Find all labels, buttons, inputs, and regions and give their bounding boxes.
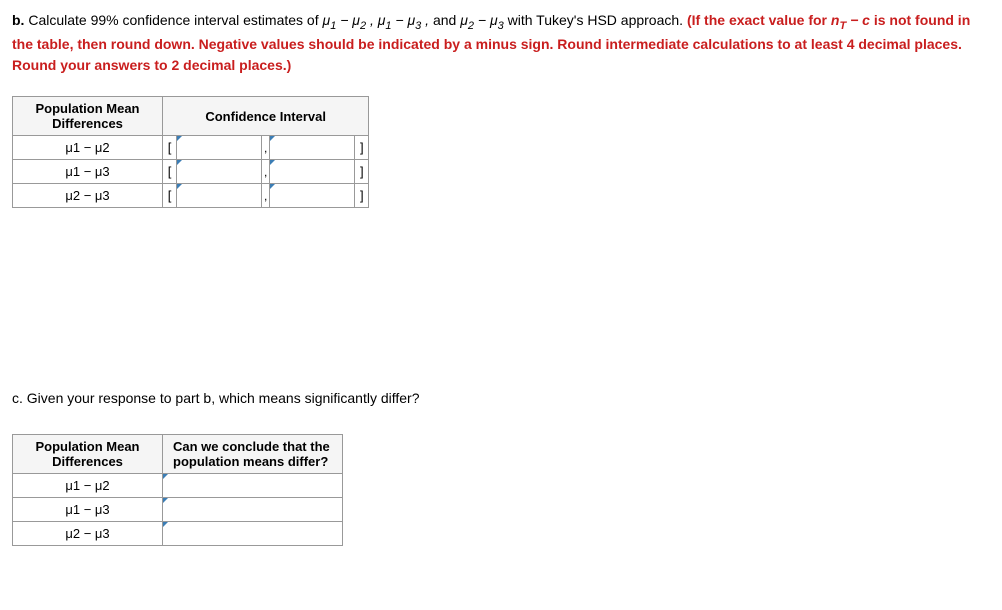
part-c-text: Given your response to part b, which mea…: [27, 390, 420, 406]
ci-upper-input-2[interactable]: [270, 161, 354, 183]
table-row: μ2 − μ3 [ , ]: [13, 184, 369, 208]
row-label: μ2 − μ3: [13, 184, 163, 208]
left-bracket: [: [163, 184, 177, 208]
ci-lower-input-2[interactable]: [177, 161, 261, 183]
table-c-header-conclude: Can we conclude that the population mean…: [163, 435, 343, 474]
comma: ,: [262, 160, 270, 184]
row-label: μ1 − μ3: [13, 160, 163, 184]
input-indicator-icon: [177, 136, 182, 141]
part-b-text2: and: [433, 12, 460, 28]
ci-lower-cell: [177, 184, 262, 208]
means-differ-table: Population Mean Differences Can we concl…: [12, 434, 343, 546]
ci-lower-input-3[interactable]: [177, 185, 261, 207]
part-b-question: b. Calculate 99% confidence interval est…: [12, 10, 990, 76]
conclude-cell: [163, 522, 343, 546]
mu-expr-1: μ1 − μ2 , μ1 − μ3 ,: [323, 12, 430, 28]
comma: ,: [262, 136, 270, 160]
table-row: μ2 − μ3: [13, 522, 343, 546]
table-b-header-diff: Population Mean Differences: [13, 97, 163, 136]
part-c-question: c. Given your response to part b, which …: [12, 388, 990, 409]
ci-upper-input-3[interactable]: [270, 185, 354, 207]
confidence-interval-table: Population Mean Differences Confidence I…: [12, 96, 369, 208]
input-indicator-icon: [270, 136, 275, 141]
row-label: μ1 − μ3: [13, 498, 163, 522]
ci-upper-cell: [270, 160, 355, 184]
ci-lower-cell: [177, 160, 262, 184]
ci-lower-cell: [177, 136, 262, 160]
mu-expr-2: μ2 − μ3: [460, 12, 504, 28]
part-c-label: c.: [12, 390, 23, 406]
right-bracket: ]: [355, 160, 369, 184]
comma: ,: [262, 184, 270, 208]
part-b-label: b.: [12, 12, 24, 28]
right-bracket: ]: [355, 184, 369, 208]
table-row: μ1 − μ2: [13, 474, 343, 498]
right-bracket: ]: [355, 136, 369, 160]
input-indicator-icon: [270, 184, 275, 189]
conclude-input-1[interactable]: [163, 475, 342, 497]
row-label: μ1 − μ2: [13, 474, 163, 498]
row-label: μ1 − μ2: [13, 136, 163, 160]
table-row: μ1 − μ2 [ , ]: [13, 136, 369, 160]
input-indicator-icon: [177, 160, 182, 165]
conclude-input-2[interactable]: [163, 499, 342, 521]
part-b-text1: Calculate 99% confidence interval estima…: [28, 12, 322, 28]
input-indicator-icon: [163, 474, 168, 479]
part-b-text3: with Tukey's HSD approach.: [508, 12, 687, 28]
left-bracket: [: [163, 136, 177, 160]
ci-upper-input-1[interactable]: [270, 137, 354, 159]
input-indicator-icon: [163, 522, 168, 527]
ci-lower-input-1[interactable]: [177, 137, 261, 159]
table-c-header-diff: Population Mean Differences: [13, 435, 163, 474]
input-indicator-icon: [177, 184, 182, 189]
conclude-cell: [163, 474, 343, 498]
table-b-header-ci: Confidence Interval: [163, 97, 369, 136]
conclude-cell: [163, 498, 343, 522]
table-row: μ1 − μ3: [13, 498, 343, 522]
ci-upper-cell: [270, 184, 355, 208]
row-label: μ2 − μ3: [13, 522, 163, 546]
table-row: μ1 − μ3 [ , ]: [13, 160, 369, 184]
left-bracket: [: [163, 160, 177, 184]
input-indicator-icon: [163, 498, 168, 503]
ci-upper-cell: [270, 136, 355, 160]
conclude-input-3[interactable]: [163, 523, 342, 545]
input-indicator-icon: [270, 160, 275, 165]
